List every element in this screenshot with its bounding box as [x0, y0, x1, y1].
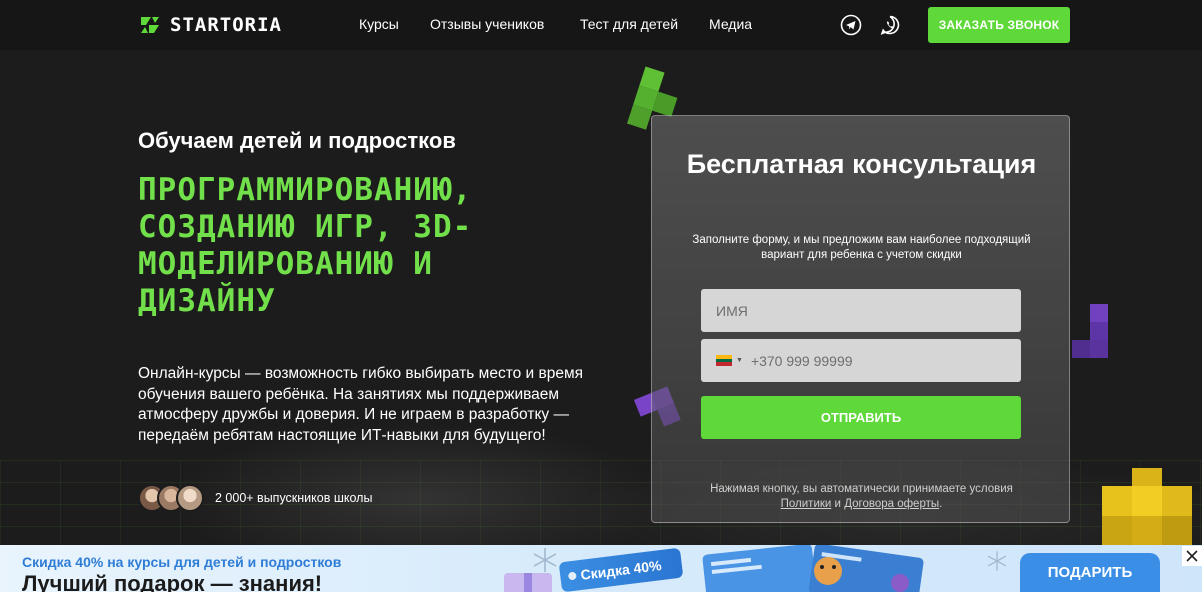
whatsapp-icon[interactable]	[879, 14, 901, 36]
close-icon[interactable]	[1182, 546, 1202, 566]
graduates-info: 2 000+ выпускников школы	[138, 482, 372, 514]
course-cards-illustration	[702, 545, 924, 592]
nav-item-media[interactable]: Медиа	[709, 16, 752, 32]
hero-description: Онлайн-курсы — возможность гибко выбират…	[138, 365, 584, 444]
logo[interactable]: STARTORIA	[138, 12, 282, 38]
lithuania-flag-icon[interactable]	[716, 355, 732, 367]
graduates-count: 2 000+ выпускников школы	[215, 491, 373, 505]
phone-field[interactable]: ▼	[701, 339, 1021, 382]
offer-agreement-link[interactable]: Договора оферты	[844, 498, 939, 510]
promo-discount-text: Скидка 40% на курсы для детей и подростк…	[22, 554, 342, 570]
phone-input[interactable]	[750, 339, 1021, 382]
yellow-tetris-block-decoration	[1102, 468, 1192, 546]
logo-text: STARTORIA	[170, 14, 282, 36]
nav-item-kids-test[interactable]: Тест для детей	[580, 16, 678, 32]
legal-suffix: .	[939, 498, 943, 510]
avatar	[176, 484, 204, 512]
promo-headline: Лучший подарок — знания!	[22, 571, 323, 592]
hero-subtitle: Обучаем детей и подростков	[138, 128, 456, 153]
consultation-form: Бесплатная консультация Заполните форму,…	[651, 115, 1070, 523]
discount-tag-text: Скидка 40%	[579, 557, 663, 583]
startoria-logo-icon	[141, 17, 159, 33]
hero-title: ПРОГРАММИРОВАНИЮ, СОЗДАНИЮ ИГР, 3D-МОДЕЛ…	[138, 172, 473, 319]
form-note: Заполните форму, и мы предложим вам наиб…	[692, 234, 1031, 261]
nav-item-courses[interactable]: Курсы	[359, 16, 399, 32]
privacy-policy-link[interactable]: Политики	[781, 498, 832, 510]
legal-note: Нажимая кнопку, вы автоматически принима…	[672, 482, 1051, 512]
name-input[interactable]	[701, 289, 1021, 332]
snowflake-icon	[987, 551, 1007, 571]
form-title: Бесплатная консультация	[686, 149, 1037, 179]
gift-button[interactable]: ПОДАРИТЬ	[1020, 553, 1160, 592]
nav-item-reviews[interactable]: Отзывы учеников	[430, 16, 544, 32]
submit-button[interactable]: ОТПРАВИТЬ	[701, 396, 1021, 439]
legal-text: Нажимая кнопку, вы автоматически принима…	[710, 483, 1013, 495]
discount-tag: Скидка 40%	[558, 547, 684, 592]
promo-banner[interactable]: Скидка 40% на курсы для детей и подростк…	[0, 545, 1202, 592]
telegram-icon[interactable]	[840, 14, 862, 36]
legal-and: и	[834, 498, 841, 510]
chevron-down-icon[interactable]: ▼	[736, 357, 743, 364]
gift-box-icon	[504, 573, 552, 592]
purple-tetris-block-decoration-right	[1072, 304, 1108, 358]
site-header: STARTORIA Курсы Отзывы учеников Тест для…	[0, 0, 1202, 50]
order-call-button[interactable]: ЗАКАЗАТЬ ЗВОНОК	[928, 7, 1070, 43]
